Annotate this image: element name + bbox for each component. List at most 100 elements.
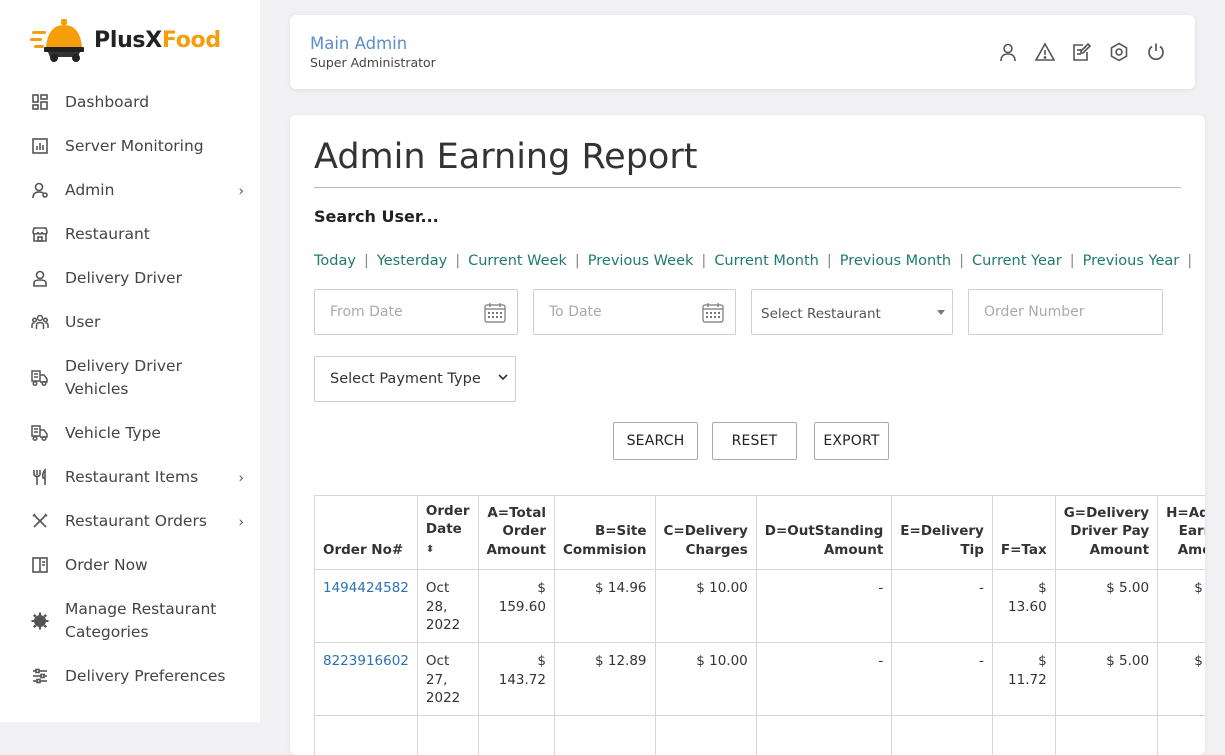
search-button[interactable]: SEARCH [613,422,698,460]
payment-type-select[interactable]: Select Payment Type [314,356,516,402]
tax-part: 13.60 [1008,599,1047,615]
sidebar-item-vehicle-type[interactable]: Vehicle Type [0,411,260,455]
sidebar: PlusXFood Dashboard Server Monitoring Ad… [0,0,260,722]
caret-down-icon [937,310,945,315]
vehicle-type-icon [30,423,50,443]
category-gear-icon [30,611,50,631]
power-icon[interactable] [1145,41,1167,63]
col-delivery-charges[interactable]: C=DeliveryCharges [655,496,756,570]
sidebar-item-order-now[interactable]: Order Now [0,543,260,587]
col-a-label: A=Total [487,505,546,521]
range-separator: | [1187,253,1192,269]
col-tax[interactable]: F=Tax [992,496,1055,570]
col-h-label: Amount [1178,542,1205,558]
range-previous-year[interactable]: Previous Year [1083,253,1180,269]
col-total-order-amount[interactable]: A=TotalOrderAmount [478,496,554,570]
sidebar-item-delivery-driver-vehicles[interactable]: Delivery Driver Vehicles [0,344,260,411]
range-current-year[interactable]: Current Year [972,253,1062,269]
sort-icon[interactable]: ⬍ [426,544,434,555]
sidebar-item-label: Restaurant Orders [65,510,207,533]
col-admin-earning-amount[interactable]: H=AdminEarningAmount [1158,496,1205,570]
sidebar-item-delivery-preferences[interactable]: Delivery Preferences [0,654,260,698]
empty-cell [992,716,1055,755]
col-order-no[interactable]: Order No# [315,496,418,570]
empty-cell [1158,716,1205,755]
sidebar-item-restaurant[interactable]: Restaurant [0,212,260,256]
restaurant-select[interactable]: Select Restaurant [751,289,953,335]
top-header: Main Admin Super Administrator [290,15,1195,89]
range-previous-month[interactable]: Previous Month [840,253,951,269]
reset-button[interactable]: RESET [712,422,797,460]
delivery-charges-cell: $ 10.00 [655,570,756,643]
col-order-date[interactable]: OrderDate⬍ [417,496,478,570]
sidebar-item-server-monitoring[interactable]: Server Monitoring [0,124,260,168]
report-card: Admin Earning Report Search User... Toda… [290,115,1205,755]
empty-cell [478,716,554,755]
range-today[interactable]: Today [314,253,356,269]
edit-icon[interactable] [1071,41,1093,63]
calendar-icon[interactable] [484,302,506,327]
sidebar-item-label: Delivery Driver [65,267,182,290]
export-button[interactable]: EXPORT [814,422,889,460]
sidebar-item-restaurant-items[interactable]: Restaurant Items › [0,455,260,499]
sidebar-item-label: Admin [65,179,114,202]
profile-icon[interactable] [997,41,1019,63]
sidebar-item-label: Delivery Preferences [65,665,225,688]
range-separator: | [959,253,964,269]
sidebar-item-dashboard[interactable]: Dashboard [0,80,260,124]
range-separator: | [364,253,369,269]
sidebar-item-user[interactable]: User [0,300,260,344]
restaurant-select-value: Select Restaurant [761,306,881,322]
utensils-cross-icon [30,511,50,531]
empty-cell [417,716,478,755]
col-outstanding-amount[interactable]: D=OutStandingAmount [756,496,892,570]
col-driver-pay-amount[interactable]: G=DeliveryDriver PayAmount [1055,496,1157,570]
col-g-label: Driver Pay [1070,523,1149,539]
table-row: 8223916602 Oct27,2022 $ 143.72 $ 12.89 $… [315,643,1206,716]
range-yesterday[interactable]: Yesterday [377,253,447,269]
range-current-month[interactable]: Current Month [714,253,819,269]
total-order-amount-cell: $ 143.72 [478,643,554,716]
order-number-input[interactable]: Order Number [968,289,1163,335]
from-date-placeholder: From Date [330,304,403,320]
users-icon [30,312,50,332]
tax-cell: $13.60 [992,570,1055,643]
sliders-icon [30,666,50,686]
chevron-right-icon: › [238,515,244,531]
range-current-week[interactable]: Current Week [468,253,567,269]
admin-name[interactable]: Main Admin [310,34,407,53]
order-number-link[interactable]: 1494424582 [315,570,418,643]
fork-knife-icon [30,467,50,487]
vehicle-icon [30,368,50,388]
col-delivery-tip[interactable]: E=DeliveryTip [892,496,993,570]
date-part: 28, [426,599,447,615]
payment-type-value: Select Payment Type [330,371,481,387]
sidebar-item-manage-restaurant-categories[interactable]: Manage Restaurant Categories [0,587,260,654]
sidebar-item-delivery-driver[interactable]: Delivery Driver [0,256,260,300]
empty-cell [892,716,993,755]
driver-pay-cell: $ 5.00 [1055,570,1157,643]
col-c-label: Charges [686,542,748,558]
col-f-label: F=Tax [1001,542,1047,558]
site-commision-cell: $ 12.89 [555,643,656,716]
sidebar-item-restaurant-orders[interactable]: Restaurant Orders › [0,499,260,543]
order-number-link[interactable]: 8223916602 [315,643,418,716]
to-date-field[interactable]: To Date [533,289,736,335]
brand-logo[interactable]: PlusXFood [30,16,221,64]
brand-name-part2: Food [162,28,221,53]
alert-icon[interactable] [1034,41,1056,63]
sidebar-item-label: Delivery Driver Vehicles [65,355,230,401]
sidebar-item-label: Vehicle Type [65,422,161,445]
driver-icon [30,268,50,288]
order-date-cell: Oct28,2022 [417,570,478,643]
title-divider [314,187,1181,188]
col-site-commision[interactable]: B=SiteCommision [555,496,656,570]
settings-icon[interactable] [1108,41,1130,63]
range-previous-week[interactable]: Previous Week [588,253,694,269]
sidebar-item-label: Restaurant Items [65,466,198,489]
order-date-cell: Oct27,2022 [417,643,478,716]
sidebar-item-admin[interactable]: Admin › [0,168,260,212]
calendar-icon[interactable] [702,302,724,327]
tax-part: $ 11.72 [1008,653,1047,688]
from-date-field[interactable]: From Date [314,289,518,335]
